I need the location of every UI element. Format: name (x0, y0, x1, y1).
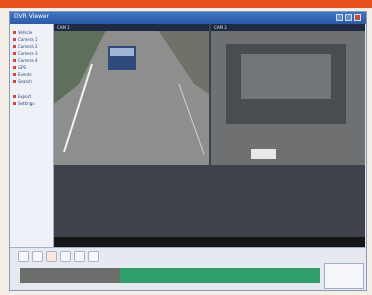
camera-icon (13, 38, 16, 41)
recording-timeline[interactable] (20, 268, 320, 283)
camera-2-view[interactable]: CAM 2 (211, 24, 365, 165)
sidebar-item-search[interactable]: Search (13, 79, 32, 84)
camera-1-label: CAM 1 (57, 25, 70, 30)
recorded-segment (120, 268, 320, 283)
sidebar-item-label: Settings (18, 101, 35, 106)
camera-icon (13, 45, 16, 48)
sidebar-item-label: GPS (18, 65, 27, 70)
alert-icon (13, 73, 16, 76)
record-button[interactable] (46, 251, 57, 262)
sidebar-item-events[interactable]: Events (13, 72, 32, 77)
sidebar-item-camera-1[interactable]: Camera 1 (13, 37, 38, 42)
video-area: CAM 1 CAM 2 (54, 24, 365, 246)
sidebar-item-gps[interactable]: GPS (13, 65, 26, 70)
play-button[interactable] (32, 251, 43, 262)
top-accent-bar (0, 0, 372, 8)
info-box (324, 263, 364, 289)
search-icon (13, 80, 16, 83)
close-button[interactable] (354, 14, 361, 21)
camera-2-header: CAM 2 (211, 24, 365, 31)
sidebar-item-label: Camera 4 (18, 58, 38, 63)
sidebar-item-label: Camera 3 (18, 51, 38, 56)
sidebar-item-label: Camera 1 (18, 37, 38, 42)
minimize-button[interactable] (336, 14, 343, 21)
sidebar-item-export[interactable]: Export (13, 94, 31, 99)
sidebar-item-camera-4[interactable]: Camera 4 (13, 58, 38, 63)
sidebar-item-label: Search (18, 79, 32, 84)
forward-button[interactable] (74, 251, 85, 262)
title-bar: DVR Viewer (10, 12, 366, 24)
window-title: DVR Viewer (14, 13, 50, 20)
rewind-button[interactable] (18, 251, 29, 262)
dvr-viewer-window: DVR Viewer Vehicle Camera 1 Camera 2 Cam… (9, 11, 367, 291)
sidebar-item-vehicle[interactable]: Vehicle (13, 30, 32, 35)
snapshot-button[interactable] (88, 251, 99, 262)
sidebar-item-label: Camera 2 (18, 44, 38, 49)
camera-icon (13, 52, 16, 55)
playback-controls (10, 247, 366, 290)
sidebar-item-camera-3[interactable]: Camera 3 (13, 51, 38, 56)
camera-2-label: CAM 2 (214, 25, 227, 30)
sidebar-item-label: Export (18, 94, 32, 99)
cabin-scene-image (211, 24, 365, 165)
stop-button[interactable] (60, 251, 71, 262)
export-icon (13, 95, 16, 98)
camera-1-view[interactable]: CAM 1 (54, 24, 209, 165)
map-icon (13, 66, 16, 69)
road-scene-image (54, 24, 209, 165)
gear-icon (13, 102, 16, 105)
sidebar-item-camera-2[interactable]: Camera 2 (13, 44, 38, 49)
sidebar-item-settings[interactable]: Settings (13, 101, 34, 106)
camera-icon (13, 59, 16, 62)
camera-1-header: CAM 1 (54, 24, 209, 31)
playback-status-strip (54, 237, 365, 247)
sidebar: Vehicle Camera 1 Camera 2 Camera 3 Camer… (10, 24, 54, 250)
maximize-button[interactable] (345, 14, 352, 21)
folder-icon (13, 31, 16, 34)
sidebar-item-label: Vehicle (18, 30, 33, 35)
sidebar-item-label: Events (18, 72, 32, 77)
